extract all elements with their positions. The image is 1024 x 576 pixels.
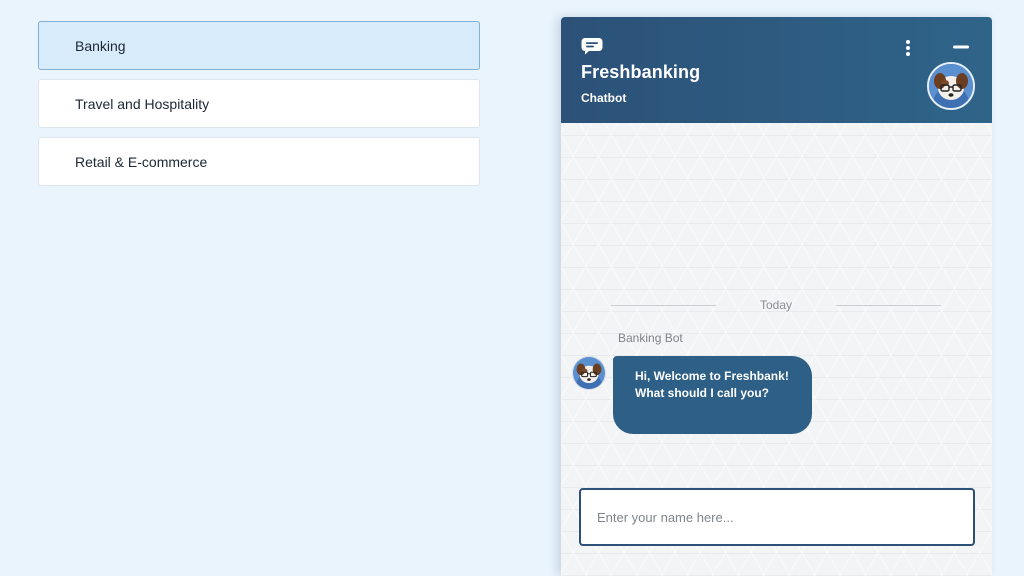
- bot-message-bubble: Hi, Welcome to Freshbank! What should I …: [613, 356, 812, 434]
- chat-bubble-icon: [581, 38, 603, 55]
- industry-item-label: Retail & E-commerce: [75, 153, 208, 170]
- name-input[interactable]: [579, 488, 975, 546]
- bot-avatar: [572, 356, 606, 390]
- chat-body: Today Banking Bot Hi, Welcome to Freshba…: [561, 123, 992, 576]
- industry-item-label: Travel and Hospitality: [75, 95, 210, 112]
- chat-subtitle: Chatbot: [581, 91, 627, 105]
- day-divider: Today: [611, 298, 941, 312]
- day-label: Today: [759, 298, 793, 312]
- industry-item-retail-ecommerce[interactable]: Retail & E-commerce: [38, 137, 480, 186]
- minimize-icon: [953, 45, 969, 49]
- minimize-button[interactable]: [949, 39, 973, 55]
- industry-list: Banking Travel and Hospitality Retail & …: [38, 21, 480, 195]
- divider-line: [836, 304, 941, 306]
- industry-item-travel-hospitality[interactable]: Travel and Hospitality: [38, 79, 480, 128]
- dog-avatar-icon: [573, 357, 605, 389]
- message-line: Hi, Welcome to Freshbank!: [635, 369, 789, 383]
- chat-title: Freshbanking: [581, 62, 701, 82]
- industry-item-banking[interactable]: Banking: [38, 21, 480, 70]
- more-options-button[interactable]: [899, 37, 917, 59]
- more-vertical-icon: [906, 40, 910, 56]
- bot-avatar-large: [927, 62, 975, 110]
- dog-avatar-icon: [929, 64, 973, 108]
- divider-line: [611, 304, 716, 306]
- sender-name: Banking Bot: [618, 331, 683, 345]
- chat-header: Freshbanking Chatbot: [561, 17, 992, 123]
- industry-item-label: Banking: [75, 37, 126, 54]
- chat-widget: Freshbanking Chatbot Today Banking Bot H…: [561, 17, 992, 576]
- message-line: What should I call you?: [635, 386, 770, 400]
